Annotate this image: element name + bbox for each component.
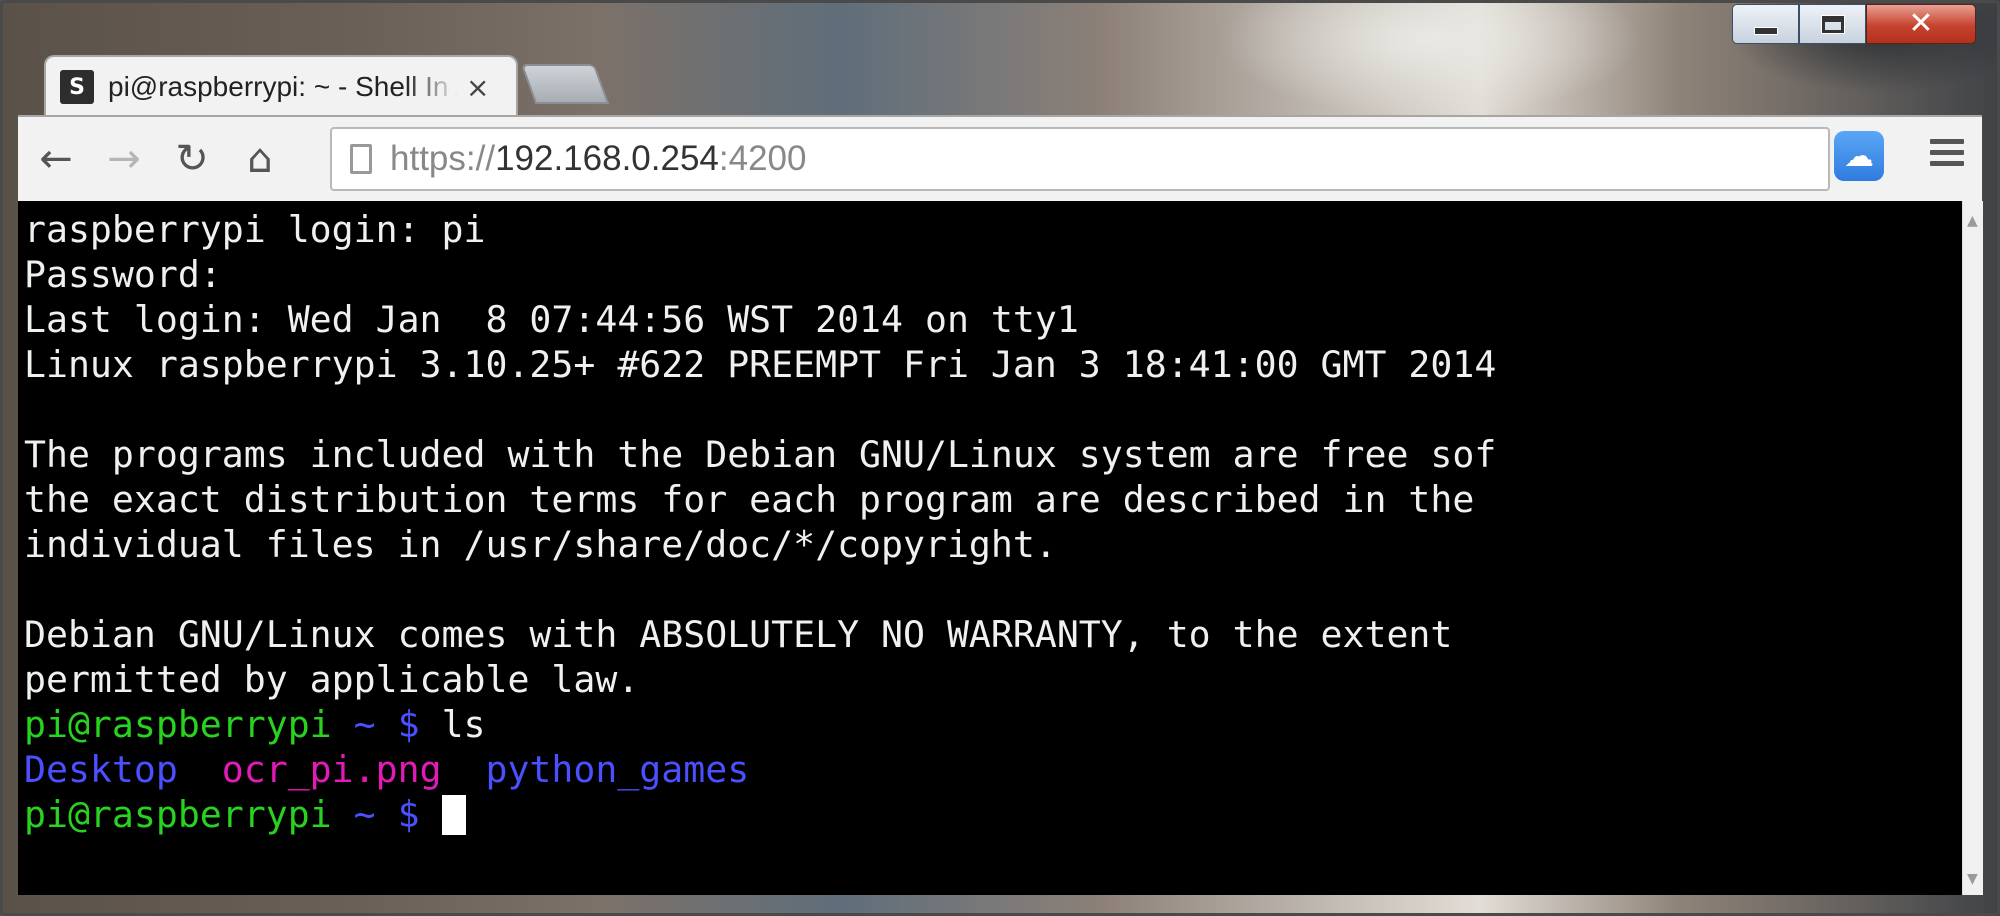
prompt-line[interactable]: pi@raspberrypi ~ $ [24, 792, 1962, 837]
tab-shell[interactable]: S pi@raspberrypi: ~ - Shell In A Box × [44, 55, 518, 117]
back-arrow-icon: ← [39, 136, 73, 182]
home-button[interactable]: ⌂ [230, 129, 290, 189]
terminal-line: Password: [24, 253, 222, 296]
terminal-line: raspberrypi login: pi [24, 208, 486, 251]
new-tab-button[interactable] [520, 64, 610, 104]
window-controls: ✕ [1732, 4, 1976, 46]
terminal-scrollbar[interactable]: ▲ ▼ [1962, 201, 1983, 895]
page-icon [350, 144, 372, 174]
terminal-line: permitted by applicable law. [24, 658, 640, 701]
maximize-button[interactable] [1799, 4, 1866, 44]
url-port: :4200 [718, 139, 807, 178]
browser-toolbar: ← → ↻ ⌂ https://192.168.0.254:4200 ☁ [18, 115, 1982, 201]
cloud-extension-icon[interactable]: ☁ [1834, 131, 1884, 181]
back-button[interactable]: ← [26, 129, 86, 189]
url-text[interactable]: https://192.168.0.254:4200 [390, 139, 806, 179]
home-icon: ⌂ [247, 136, 273, 182]
forward-arrow-icon: → [107, 136, 141, 182]
reload-button[interactable]: ↻ [162, 129, 222, 189]
ls-output-line: Desktop ocr_pi.png python_games [24, 747, 1962, 792]
reload-icon: ↻ [175, 136, 209, 182]
minimize-button[interactable] [1732, 4, 1799, 44]
terminal-cursor [441, 795, 466, 835]
command-text: ls [441, 703, 486, 746]
shellinabox-favicon-icon: S [60, 70, 94, 104]
terminal[interactable]: raspberrypi login: pi Password: Last log… [18, 201, 1962, 895]
menu-icon[interactable] [1930, 139, 1964, 166]
scroll-down-icon[interactable]: ▼ [1967, 871, 1978, 887]
maximize-icon [1820, 14, 1845, 34]
terminal-line: individual files in /usr/share/doc/*/cop… [24, 523, 1057, 566]
close-icon: ✕ [1908, 6, 1934, 41]
prompt-path: ~ $ [353, 793, 420, 836]
terminal-line: Debian GNU/Linux comes with ABSOLUTELY N… [24, 613, 1453, 656]
terminal-line: the exact distribution terms for each pr… [24, 478, 1475, 521]
url-scheme: https:// [390, 139, 496, 178]
scroll-up-icon[interactable]: ▲ [1967, 213, 1978, 229]
prompt-path: ~ $ [353, 703, 420, 746]
ls-entry-directory: Desktop [24, 748, 178, 791]
ls-entry-directory: python_games [485, 748, 750, 791]
ls-entry-image: ocr_pi.png [221, 748, 442, 791]
minimize-icon [1753, 27, 1778, 35]
url-host: 192.168.0.254 [495, 139, 719, 178]
terminal-line: The programs included with the Debian GN… [24, 433, 1497, 476]
forward-button[interactable]: → [94, 129, 154, 189]
tab-close-icon[interactable]: × [466, 71, 489, 104]
prompt-user: pi@raspberrypi [24, 793, 332, 836]
tab-title: pi@raspberrypi: ~ - Shell In A Box [108, 71, 458, 102]
prompt-user: pi@raspberrypi [24, 703, 332, 746]
address-bar[interactable]: https://192.168.0.254:4200 [330, 127, 1830, 191]
close-window-button[interactable]: ✕ [1866, 4, 1976, 44]
terminal-line: Linux raspberrypi 3.10.25+ #622 PREEMPT … [24, 343, 1497, 386]
terminal-line: Last login: Wed Jan 8 07:44:56 WST 2014 … [24, 298, 1079, 341]
command-line: pi@raspberrypi ~ $ ls [24, 702, 1962, 747]
